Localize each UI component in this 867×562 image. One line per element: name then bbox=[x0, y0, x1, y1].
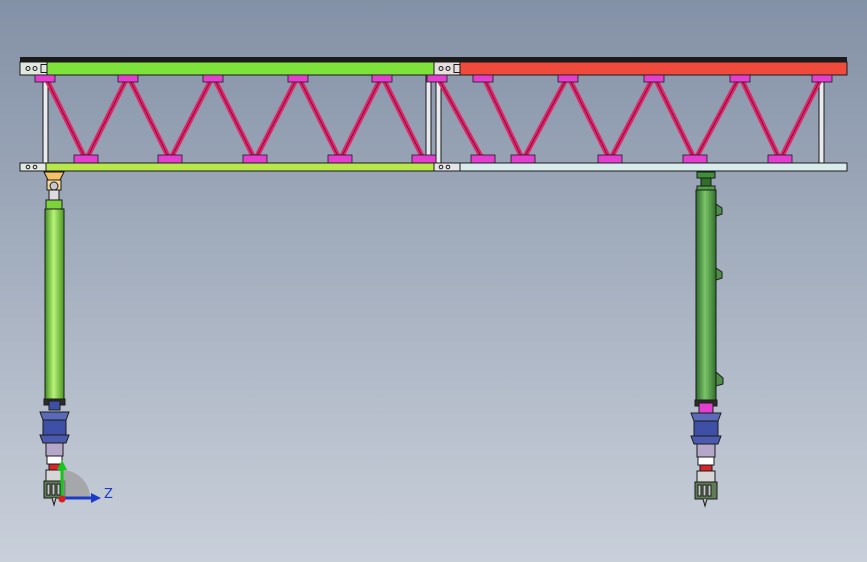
x-axis-dot-icon bbox=[58, 495, 66, 503]
post-center-right bbox=[435, 74, 442, 164]
top-gusset-plate-8 bbox=[557, 74, 579, 83]
bottom-gusset-plate-10 bbox=[767, 154, 793, 164]
top-gusset-plate-9 bbox=[643, 74, 665, 83]
post-right bbox=[818, 74, 825, 164]
top-chord-cap-line bbox=[20, 57, 847, 62]
top-chord-left-segment[interactable] bbox=[19, 61, 435, 76]
bottom-gusset-plate-5 bbox=[411, 154, 437, 164]
bottom-gusset-plate-1 bbox=[73, 154, 99, 164]
bottom-gusset-plate-2 bbox=[157, 154, 183, 164]
bottom-chord[interactable] bbox=[19, 162, 848, 172]
bottom-gusset-plate-8 bbox=[597, 154, 623, 164]
top-gusset-plate-1 bbox=[34, 74, 56, 83]
bottom-gusset-plate-7 bbox=[510, 154, 536, 164]
top-chord[interactable] bbox=[19, 57, 848, 76]
bottom-gusset-plate-6 bbox=[470, 154, 496, 164]
top-gusset-plate-3 bbox=[202, 74, 224, 83]
top-gusset-plate-4 bbox=[287, 74, 309, 83]
post-left bbox=[42, 74, 49, 164]
top-gusset-plate-6 bbox=[426, 74, 448, 83]
top-gusset-plate-2 bbox=[117, 74, 139, 83]
bottom-chord-left-segment[interactable] bbox=[19, 162, 435, 172]
top-gusset-plate-11 bbox=[811, 74, 833, 83]
cad-viewport[interactable]: Z bbox=[0, 0, 867, 562]
bottom-gusset-plate-3 bbox=[242, 154, 268, 164]
left-column-shaft[interactable] bbox=[44, 208, 65, 400]
top-chord-splice-plate bbox=[433, 61, 461, 76]
bottom-chord-splice-plate bbox=[433, 162, 461, 172]
top-gusset-plate-10 bbox=[729, 74, 751, 83]
bottom-chord-right-segment[interactable] bbox=[433, 162, 848, 172]
top-gusset-plate-5 bbox=[371, 74, 393, 83]
left-bearing-head bbox=[43, 171, 65, 210]
right-column-shaft[interactable] bbox=[695, 189, 717, 401]
bottom-gusset-plate-9 bbox=[682, 154, 708, 164]
top-gusset-plate-7 bbox=[472, 74, 494, 83]
gantry-truss-model[interactable]: Z bbox=[0, 0, 867, 562]
z-axis-label: Z bbox=[104, 487, 113, 502]
top-chord-right-segment[interactable] bbox=[433, 61, 848, 76]
bottom-gusset-plate-4 bbox=[327, 154, 353, 164]
post-center-left bbox=[425, 74, 432, 164]
